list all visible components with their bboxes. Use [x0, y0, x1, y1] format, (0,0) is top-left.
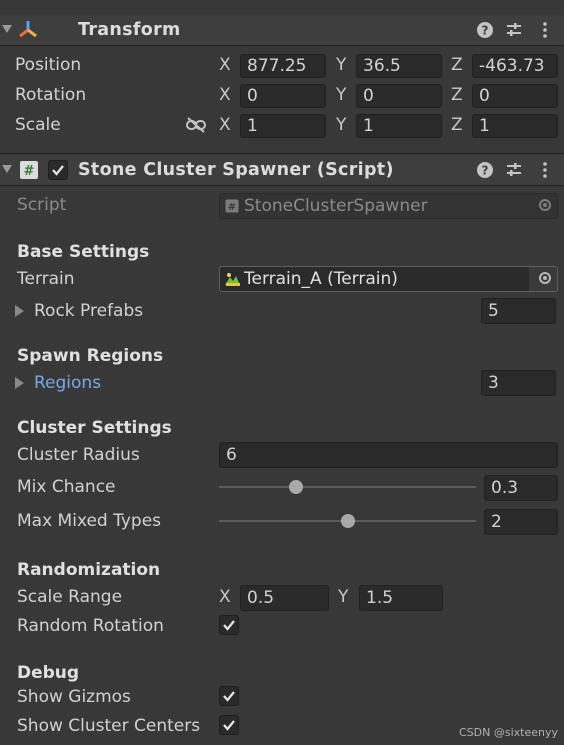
svg-text:#: #	[24, 164, 35, 179]
base-settings-header: Base Settings	[17, 242, 150, 262]
terrain-label: Terrain	[17, 269, 75, 289]
scale-range-y-field[interactable]: 1.5	[359, 585, 443, 611]
transform-header[interactable]: Transform ?	[0, 15, 564, 45]
scale-y-axis-label[interactable]: Y	[336, 115, 346, 135]
transform-axis-icon	[19, 21, 37, 38]
divider	[0, 45, 564, 46]
svg-text:?: ?	[482, 24, 489, 38]
divider	[0, 185, 564, 186]
checkmark-icon	[223, 620, 235, 631]
rotation-x-field[interactable]: 0	[240, 84, 326, 108]
component-header[interactable]: # Stone Cluster Spawner (Script) ?	[0, 155, 564, 185]
rotation-y-axis-label[interactable]: Y	[336, 85, 346, 105]
help-icon[interactable]: ?	[476, 21, 494, 39]
random-rotation-label: Random Rotation	[17, 616, 164, 636]
regions-size-field[interactable]: 3	[481, 370, 556, 396]
position-x-axis-label[interactable]: X	[219, 55, 231, 75]
max-mixed-types-field[interactable]: 2	[484, 509, 558, 535]
scale-z-axis-label[interactable]: Z	[451, 115, 463, 135]
max-mixed-types-label: Max Mixed Types	[17, 511, 162, 531]
component-enabled-checkbox[interactable]	[48, 160, 68, 180]
position-label: Position	[15, 55, 82, 75]
object-picker-icon	[539, 199, 551, 211]
transform-title: Transform	[78, 20, 181, 40]
scale-label: Scale	[15, 115, 61, 135]
scale-range-x-field[interactable]: 0.5	[240, 585, 329, 611]
rotation-z-axis-label[interactable]: Z	[451, 85, 463, 105]
presets-icon[interactable]	[505, 161, 523, 179]
cluster-settings-header: Cluster Settings	[17, 418, 172, 438]
script-label: Script	[17, 195, 67, 215]
randomization-header: Randomization	[17, 560, 161, 580]
rock-prefabs-label[interactable]: Rock Prefabs	[34, 301, 143, 321]
more-options-icon[interactable]	[536, 161, 554, 179]
cluster-radius-label: Cluster Radius	[17, 445, 140, 465]
rotation-label: Rotation	[15, 85, 87, 105]
mix-chance-slider-thumb[interactable]	[289, 480, 304, 494]
debug-header: Debug	[17, 663, 80, 683]
rotation-x-axis-label[interactable]: X	[219, 85, 231, 105]
help-icon[interactable]: ?	[476, 161, 494, 179]
presets-icon[interactable]	[505, 21, 523, 39]
script-hash-icon: #	[20, 161, 38, 179]
scale-range-label: Scale Range	[17, 587, 123, 607]
position-y-axis-label[interactable]: Y	[336, 55, 346, 75]
svg-text:#: #	[228, 202, 236, 213]
scale-range-x-label[interactable]: X	[219, 587, 231, 607]
foldout-arrow-icon[interactable]	[2, 25, 12, 33]
scale-y-field[interactable]: 1	[356, 114, 442, 138]
scale-x-field[interactable]: 1	[240, 114, 326, 138]
script-value: StoneClusterSpawner	[244, 196, 428, 216]
terrain-value: Terrain_A (Terrain)	[244, 269, 398, 289]
checkmark-icon	[52, 165, 64, 176]
more-options-icon[interactable]	[536, 21, 554, 39]
show-cluster-centers-label: Show Cluster Centers	[17, 716, 201, 736]
show-gizmos-checkbox[interactable]	[219, 686, 239, 706]
rotation-z-field[interactable]: 0	[472, 84, 558, 108]
constrain-proportions-icon[interactable]	[185, 116, 207, 134]
mix-chance-field[interactable]: 0.3	[484, 475, 558, 501]
terrain-field[interactable]: Terrain_A (Terrain)	[219, 266, 558, 292]
scale-range-y-label[interactable]: Y	[338, 587, 348, 607]
show-gizmos-label: Show Gizmos	[17, 687, 131, 707]
checkmark-icon	[223, 720, 235, 731]
position-z-axis-label[interactable]: Z	[451, 55, 463, 75]
rotation-y-field[interactable]: 0	[356, 84, 442, 108]
svg-text:?: ?	[482, 164, 489, 178]
rock-prefabs-foldout-icon[interactable]	[15, 305, 24, 317]
position-z-field[interactable]: -463.73	[472, 54, 558, 78]
random-rotation-checkbox[interactable]	[219, 615, 239, 635]
mix-chance-slider-track[interactable]	[219, 486, 476, 488]
show-cluster-centers-checkbox[interactable]	[219, 715, 239, 735]
max-mixed-types-slider-thumb[interactable]	[340, 514, 355, 528]
component-title: Stone Cluster Spawner (Script)	[78, 160, 394, 180]
rock-prefabs-size-field[interactable]: 5	[481, 298, 556, 324]
watermark: CSDN @sixteenyy	[459, 726, 558, 739]
scale-z-field[interactable]: 1	[472, 114, 558, 138]
script-file-icon: #	[225, 199, 239, 213]
regions-foldout-icon[interactable]	[15, 377, 24, 389]
script-field: # StoneClusterSpawner	[219, 193, 558, 219]
mix-chance-label: Mix Chance	[17, 477, 116, 497]
cluster-radius-field[interactable]: 6	[219, 442, 558, 468]
scale-x-axis-label[interactable]: X	[219, 115, 231, 135]
position-x-field[interactable]: 877.25	[240, 54, 326, 78]
foldout-arrow-icon[interactable]	[2, 165, 12, 173]
terrain-icon	[225, 273, 240, 286]
regions-label[interactable]: Regions	[34, 373, 101, 393]
checkmark-icon	[223, 691, 235, 702]
object-picker-icon[interactable]	[539, 272, 551, 284]
spawn-regions-header: Spawn Regions	[17, 346, 164, 366]
position-y-field[interactable]: 36.5	[356, 54, 442, 78]
divider	[0, 153, 564, 154]
